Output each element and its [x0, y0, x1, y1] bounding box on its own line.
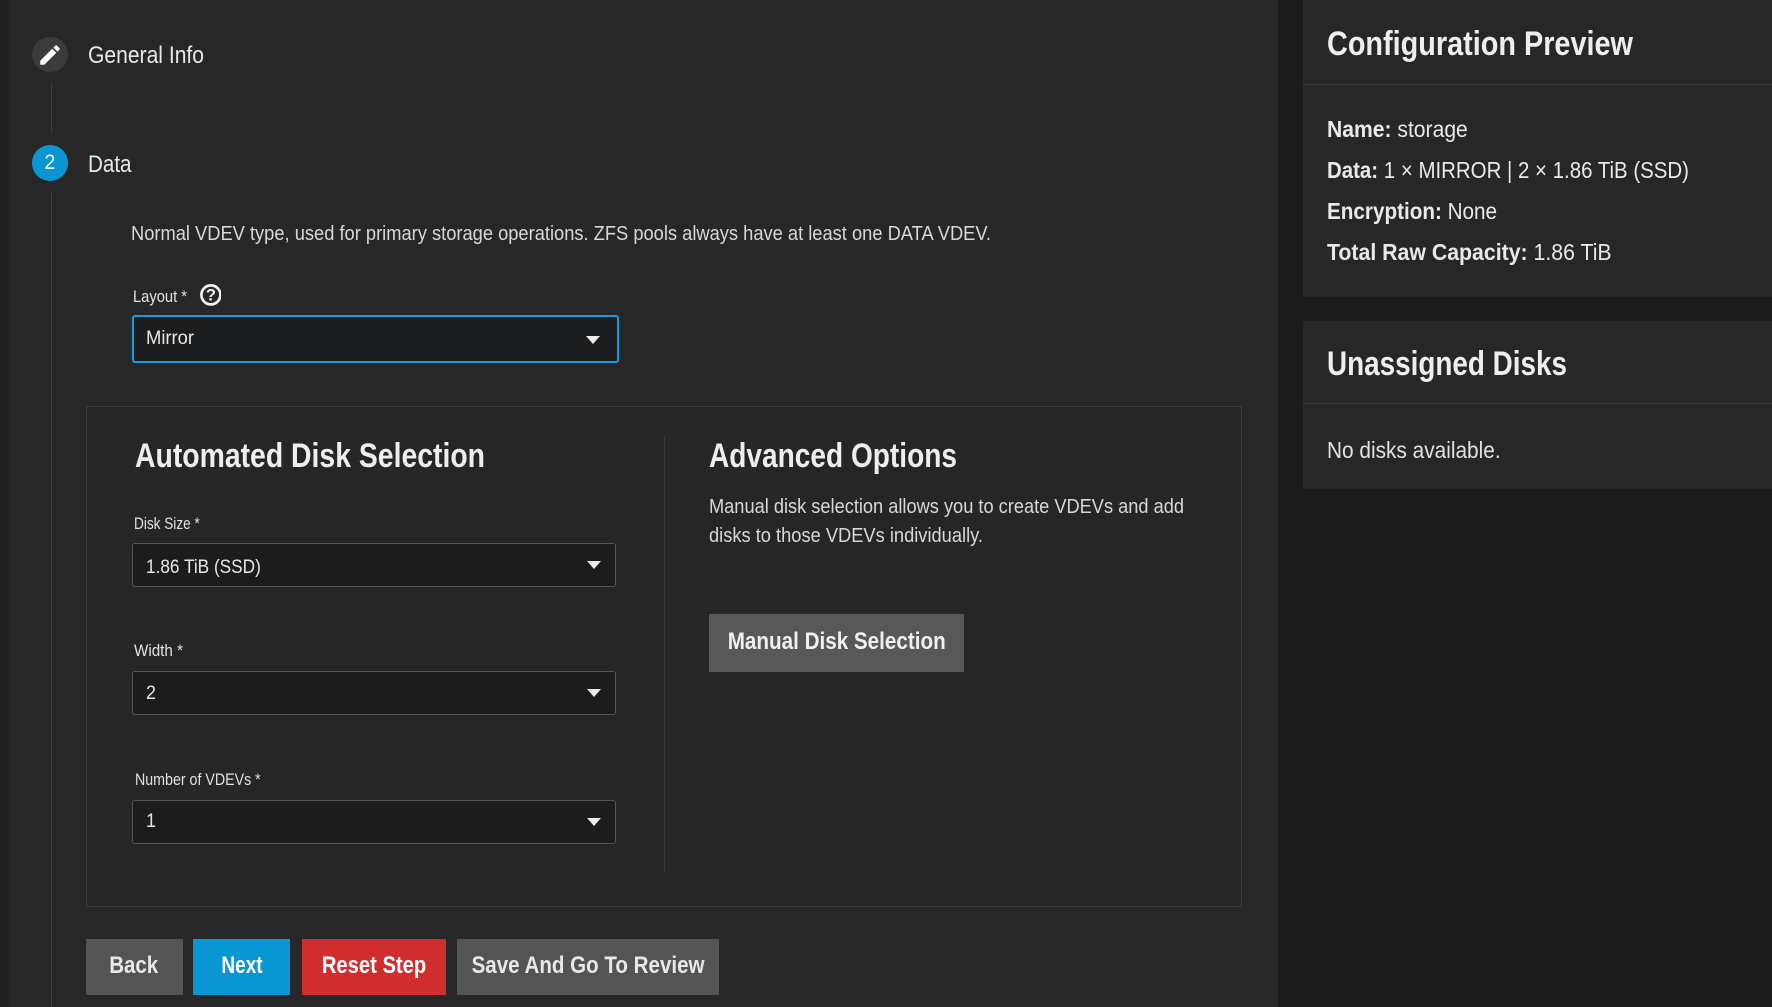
svg-text:?: ?: [206, 286, 216, 304]
